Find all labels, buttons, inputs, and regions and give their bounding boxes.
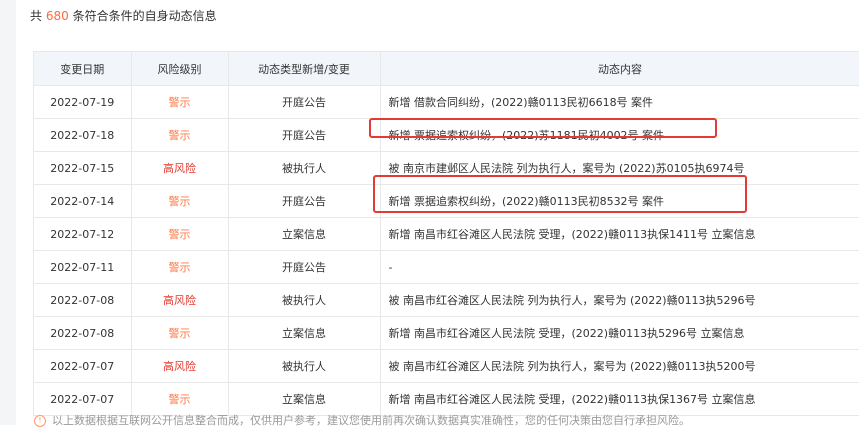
risk-level-badge: 警示 <box>131 316 229 350</box>
header-change-date: 变更日期 <box>34 52 132 86</box>
risk-level-badge: 高风险 <box>131 151 229 185</box>
table-body: 2022-07-19 警示 开庭公告 新增 借款合同纠纷，(2022)赣0113民初6… <box>34 85 859 416</box>
cell-change-date: 2022-07-12 <box>34 217 132 251</box>
cell-change-date: 2022-07-08 <box>34 316 132 350</box>
table-header-row: 变更日期 风险级别 动态类型新增/变更 动态内容 <box>34 52 859 86</box>
cell-dynamic-type: 开庭公告 <box>228 250 381 284</box>
header-dynamic-content: 动态内容 <box>380 52 859 86</box>
summary-suffix: 条符合条件的自身动态信息 <box>72 9 217 23</box>
cell-dynamic-type: 立案信息 <box>228 217 381 251</box>
disclaimer-note: ! 以上数据根据互联网公开信息整合而成，仅供用户参考，建议您使用前再次确认数据真实… <box>34 413 690 429</box>
table-row: 2022-07-18 警示 开庭公告 新增 票据追索权纠纷，(2022)苏1181民初… <box>34 118 859 152</box>
cell-dynamic-content: 被 南昌市红谷滩区人民法院 列为执行人，案号为 (2022)赣0113执5200… <box>380 349 859 383</box>
table-row: 2022-07-08 警示 立案信息 新增 南昌市红谷滩区人民法院 受理，(2022)… <box>34 316 859 350</box>
cell-dynamic-content: 新增 票据追索权纠纷，(2022)苏1181民初4002号 案件 <box>380 118 859 152</box>
table-row: 2022-07-19 警示 开庭公告 新增 借款合同纠纷，(2022)赣0113民初6… <box>34 85 859 119</box>
table-row: 2022-07-15 高风险 被执行人被 南京市建邺区人民法院 列为执行人，案号为 … <box>34 151 859 185</box>
cell-dynamic-content: 新增 票据追索权纠纷，(2022)赣0113民初8532号 案件 <box>380 184 859 218</box>
cell-change-date: 2022-07-07 <box>34 349 132 383</box>
dynamics-table-wrap: 变更日期 风险级别 动态类型新增/变更 动态内容 2022-07-19 警示 开庭公… <box>33 51 859 416</box>
cell-dynamic-content: - <box>380 250 859 284</box>
table-row: 2022-07-11 警示 开庭公告 - <box>34 250 859 284</box>
table-row: 2022-07-07 高风险 被执行人被 南昌市红谷滩区人民法院 列为执行人，案号为… <box>34 349 859 383</box>
risk-level-badge: 警示 <box>131 217 229 251</box>
disclaimer-text: 以上数据根据互联网公开信息整合而成，仅供用户参考，建议您使用前再次确认数据真实准… <box>52 414 690 427</box>
risk-level-badge: 警示 <box>131 118 229 152</box>
cell-change-date: 2022-07-18 <box>34 118 132 152</box>
cell-dynamic-content: 被 南昌市红谷滩区人民法院 列为执行人，案号为 (2022)赣0113执5296… <box>380 283 859 317</box>
cell-change-date: 2022-07-07 <box>34 382 132 416</box>
cell-change-date: 2022-07-14 <box>34 184 132 218</box>
header-dynamic-type: 动态类型新增/变更 <box>228 52 381 86</box>
risk-level-badge: 警示 <box>131 85 229 119</box>
cell-dynamic-type: 立案信息 <box>228 316 381 350</box>
cell-dynamic-type: 被执行人 <box>228 349 381 383</box>
risk-level-badge: 警示 <box>131 250 229 284</box>
risk-level-badge: 警示 <box>131 184 229 218</box>
info-circle-icon: ! <box>34 415 46 427</box>
risk-level-badge: 警示 <box>131 382 229 416</box>
cell-dynamic-type: 被执行人 <box>228 283 381 317</box>
cell-change-date: 2022-07-11 <box>34 250 132 284</box>
cell-dynamic-type: 开庭公告 <box>228 85 381 119</box>
header-risk-level: 风险级别 <box>131 52 229 86</box>
left-gutter <box>0 0 16 425</box>
summary-prefix: 共 <box>30 9 43 23</box>
cell-dynamic-content: 新增 借款合同纠纷，(2022)赣0113民初6618号 案件 <box>380 85 859 119</box>
risk-level-badge: 高风险 <box>131 283 229 317</box>
table-row: 2022-07-12 警示 立案信息 新增 南昌市红谷滩区人民法院 受理，(2022)… <box>34 217 859 251</box>
cell-dynamic-type: 被执行人 <box>228 151 381 185</box>
cell-dynamic-content: 新增 南昌市红谷滩区人民法院 受理，(2022)赣0113执5296号 立案信息 <box>380 316 859 350</box>
cell-dynamic-type: 开庭公告 <box>228 118 381 152</box>
cell-change-date: 2022-07-19 <box>34 85 132 119</box>
result-summary: 共 680 条符合条件的自身动态信息 <box>30 6 217 26</box>
table-row: 2022-07-07 警示 立案信息 新增 南昌市红谷滩区人民法院 受理，(2022)… <box>34 382 859 416</box>
result-count: 680 <box>45 9 69 23</box>
cell-dynamic-content: 新增 南昌市红谷滩区人民法院 受理，(2022)赣0113执保1411号 立案信… <box>380 217 859 251</box>
cell-dynamic-type: 立案信息 <box>228 382 381 416</box>
cell-change-date: 2022-07-15 <box>34 151 132 185</box>
cell-change-date: 2022-07-08 <box>34 283 132 317</box>
cell-dynamic-content: 被 南京市建邺区人民法院 列为执行人，案号为 (2022)苏0105执6974号 <box>380 151 859 185</box>
table-row: 2022-07-14 警示 开庭公告 新增 票据追索权纠纷，(2022)赣0113民初… <box>34 184 859 218</box>
cell-dynamic-type: 开庭公告 <box>228 184 381 218</box>
dynamics-table: 变更日期 风险级别 动态类型新增/变更 动态内容 2022-07-19 警示 开庭公… <box>34 52 859 416</box>
table-row: 2022-07-08 高风险 被执行人被 南昌市红谷滩区人民法院 列为执行人，案号为… <box>34 283 859 317</box>
cell-dynamic-content: 新增 南昌市红谷滩区人民法院 受理，(2022)赣0113执保1367号 立案信… <box>380 382 859 416</box>
risk-level-badge: 高风险 <box>131 349 229 383</box>
